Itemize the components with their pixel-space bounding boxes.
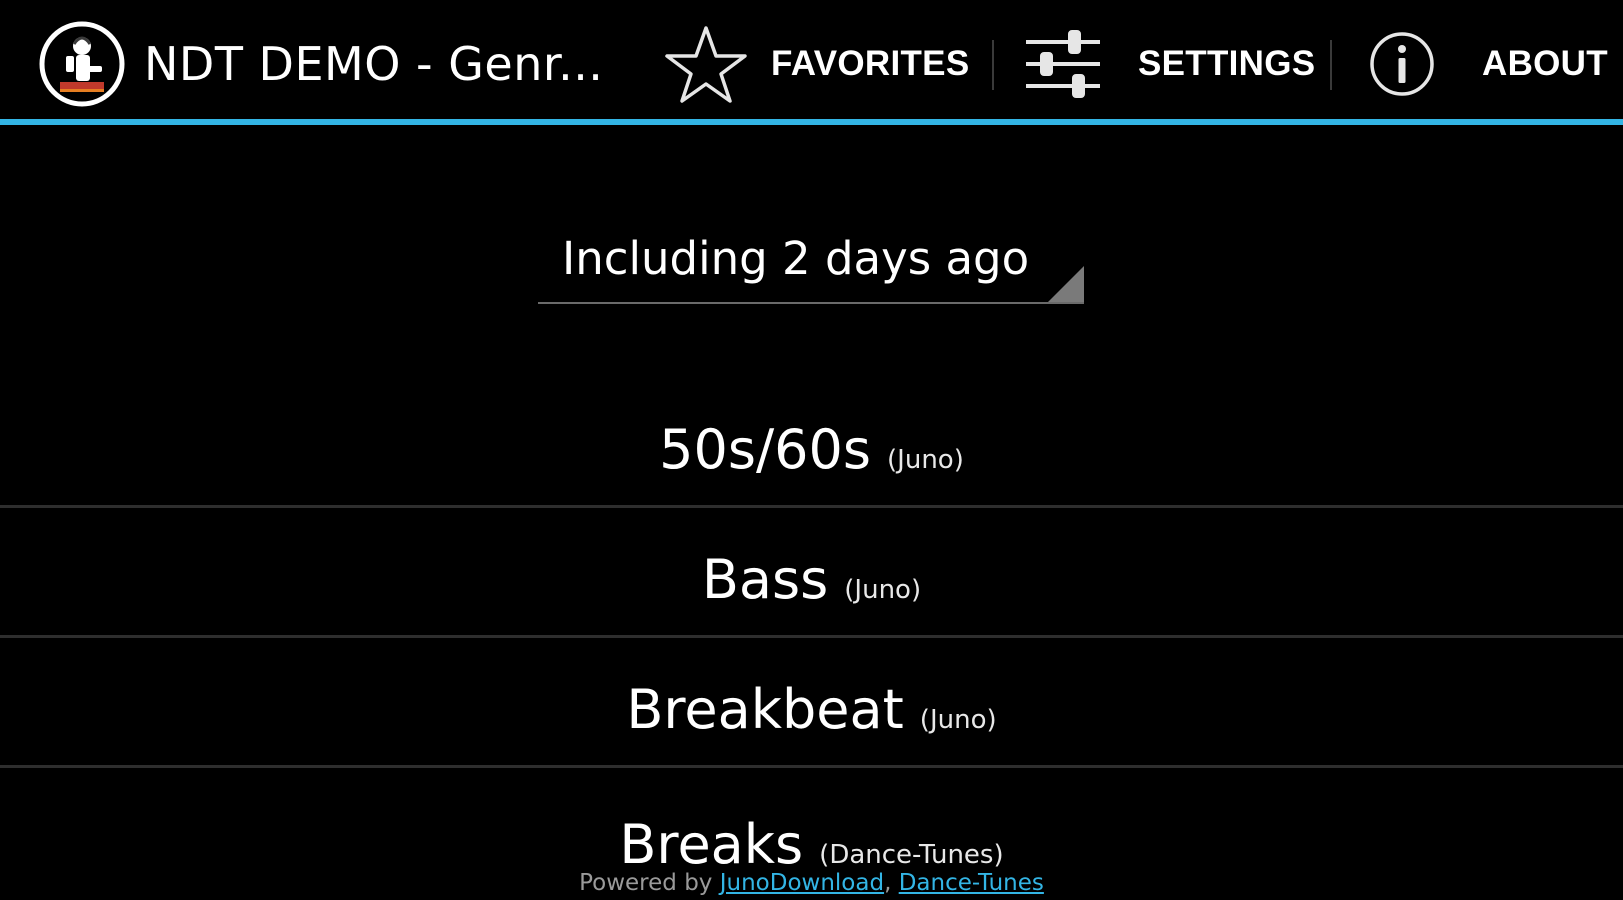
genre-list: 50s/60s (Juno) Bass (Juno) Breakbeat (Ju… <box>0 378 1623 898</box>
genre-name: Breakbeat <box>626 677 904 741</box>
genre-source: (Juno) <box>919 704 997 735</box>
about-button[interactable]: ABOUT <box>1368 18 1618 110</box>
dropdown-corner-icon <box>1048 266 1084 302</box>
dj-turntable-icon <box>39 21 125 107</box>
dance-tunes-link[interactable]: Dance-Tunes <box>899 870 1044 896</box>
action-bar: NDT DEMO - Genr... FAVORITES SETTINGS AB… <box>0 0 1623 122</box>
genre-name: 50s/60s <box>659 417 872 481</box>
star-icon <box>663 24 749 104</box>
action-separator <box>1330 40 1332 90</box>
app-screen: NDT DEMO - Genr... FAVORITES SETTINGS AB… <box>0 0 1623 900</box>
genre-source: (Juno) <box>844 574 922 605</box>
favorites-button[interactable]: FAVORITES <box>663 18 983 110</box>
genre-item-breakbeat[interactable]: Breakbeat (Juno) <box>0 638 1623 768</box>
app-title: NDT DEMO - Genr... <box>144 37 604 91</box>
genre-source: (Dance-Tunes) <box>819 839 1004 870</box>
genre-source: (Juno) <box>887 444 964 475</box>
genre-name: Breaks <box>619 812 804 876</box>
settings-label: SETTINGS <box>1138 44 1316 83</box>
sliders-icon <box>1022 24 1104 104</box>
info-icon <box>1368 30 1436 98</box>
date-filter-spinner[interactable]: Including 2 days ago <box>538 222 1084 304</box>
footer-prefix: Powered by <box>579 870 713 896</box>
junodownload-link[interactable]: JunoDownload <box>720 870 884 896</box>
genre-item-bass[interactable]: Bass (Juno) <box>0 508 1623 638</box>
about-label: ABOUT <box>1482 44 1608 83</box>
action-separator <box>992 40 994 90</box>
date-filter-value: Including 2 days ago <box>562 232 1030 285</box>
app-home-button[interactable]: NDT DEMO - Genr... <box>38 18 603 110</box>
genre-name: Bass <box>701 547 829 611</box>
settings-button[interactable]: SETTINGS <box>1022 18 1322 110</box>
footer-separator: , <box>884 870 892 896</box>
spinner-underline <box>538 302 1084 304</box>
genre-item-50s60s[interactable]: 50s/60s (Juno) <box>0 378 1623 508</box>
action-bar-accent-line <box>0 119 1623 125</box>
powered-by-footer: Powered by JunoDownload, Dance-Tunes <box>0 870 1623 896</box>
favorites-label: FAVORITES <box>771 44 970 83</box>
